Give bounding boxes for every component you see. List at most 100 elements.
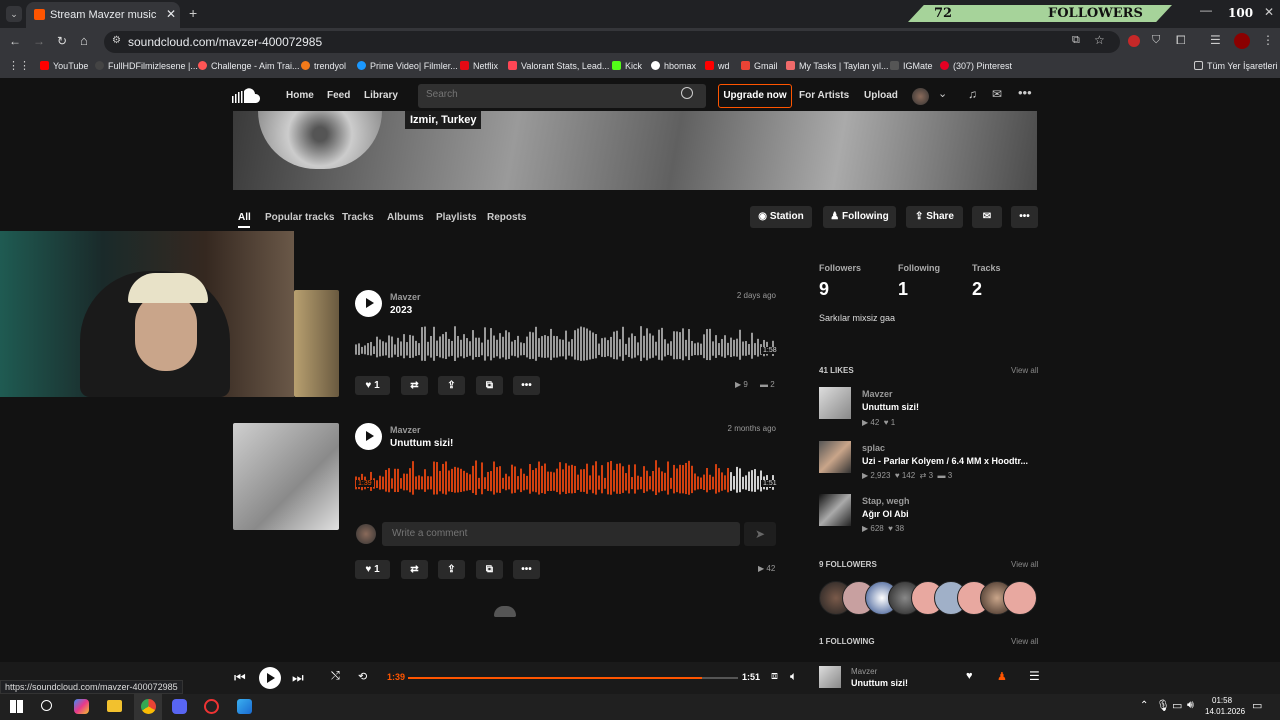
app-icon[interactable] xyxy=(204,699,219,714)
likes-view-all[interactable]: View all xyxy=(1011,366,1038,375)
bookmark-mytasks[interactable]: My Tasks | Taylan yıl... xyxy=(786,61,889,71)
speaker-icon[interactable]: 🔊︎ xyxy=(1187,699,1194,712)
bell-icon[interactable]: ♫ xyxy=(968,87,977,101)
following-view-all[interactable]: View all xyxy=(1011,637,1038,646)
minimize-icon[interactable]: — xyxy=(1200,3,1212,17)
search-box[interactable] xyxy=(418,84,706,108)
liked-track-user[interactable]: Mavzer xyxy=(862,389,893,399)
repost-button[interactable]: ⇄ xyxy=(401,376,428,395)
mic-icon[interactable]: 🎙︎ xyxy=(1156,699,1170,712)
bookmark-trendyol[interactable]: trendyol xyxy=(301,61,346,71)
soundcloud-logo-icon[interactable] xyxy=(232,88,264,104)
copy-link-button[interactable]: ⧉ xyxy=(476,376,503,395)
copy-link-button[interactable]: ⧉ xyxy=(476,560,503,579)
nav-library[interactable]: Library xyxy=(364,90,398,101)
comment-box[interactable] xyxy=(382,522,740,546)
mail-icon[interactable]: ✉ xyxy=(992,87,1002,101)
volume-icon[interactable]: 🔈︎ xyxy=(790,669,797,684)
all-bookmarks[interactable]: Tüm Yer İşaretleri xyxy=(1194,61,1278,71)
share-button[interactable]: ⇪ xyxy=(438,560,465,579)
browser-menu-icon[interactable]: ⋮ xyxy=(1262,33,1274,47)
queue-icon[interactable]: ☰ xyxy=(1029,669,1040,683)
repeat-icon[interactable]: ⟲ xyxy=(358,670,367,683)
liked-track-title[interactable]: Unuttum sizi! xyxy=(862,402,919,412)
bookmark-gmail[interactable]: Gmail xyxy=(741,61,778,71)
bookmark-primevideo[interactable]: Prime Video| Filmler... xyxy=(357,61,458,71)
tab-reposts[interactable]: Reposts xyxy=(487,212,526,223)
next-icon[interactable]: ⏭ xyxy=(292,670,304,686)
tab-popular-tracks[interactable]: Popular tracks xyxy=(265,212,334,223)
liked-track-artwork[interactable] xyxy=(819,387,851,419)
follow-icon[interactable]: ♟ xyxy=(997,670,1007,683)
clock-date[interactable]: 14.01.2026 xyxy=(1205,707,1245,716)
comment-input[interactable] xyxy=(392,528,722,539)
bookmark-fullhdfilm[interactable]: FullHDFilmizlesene |... xyxy=(95,61,198,71)
now-playing-artwork[interactable] xyxy=(819,666,841,688)
bookmark-star-icon[interactable]: ☆ xyxy=(1094,33,1105,47)
network-icon[interactable]: ▭ xyxy=(1172,699,1182,712)
bookmark-valorant[interactable]: Valorant Stats, Lead... xyxy=(508,61,609,71)
send-comment-button[interactable]: ➤ xyxy=(744,522,776,546)
profile-avatar[interactable] xyxy=(1234,33,1250,49)
bookmark-hbomax[interactable]: hbomax xyxy=(651,61,696,71)
chevron-down-icon[interactable]: ⌄ xyxy=(938,87,947,100)
play-pause-button[interactable] xyxy=(259,667,281,689)
reload-icon[interactable]: ↻ xyxy=(57,34,67,48)
station-button[interactable]: ◉ Station xyxy=(750,206,812,228)
liked-track-title[interactable]: Ağır Ol Abi xyxy=(862,509,909,519)
nav-feed[interactable]: Feed xyxy=(327,90,350,101)
liked-track-title[interactable]: Uzi - Parlar Kolyem / 6.4 MM x Hoodtr... xyxy=(862,456,1028,466)
shield-icon[interactable]: ⛉ xyxy=(1152,34,1160,47)
install-icon[interactable]: ⧉ xyxy=(1072,34,1080,47)
tab-all[interactable]: All xyxy=(238,212,251,223)
following-count[interactable]: 1 xyxy=(898,279,908,300)
site-info-icon[interactable]: ⚙ xyxy=(112,35,121,46)
follower-avatar[interactable] xyxy=(1003,581,1037,615)
file-explorer-icon[interactable] xyxy=(107,700,122,712)
liked-track-artwork[interactable] xyxy=(819,494,851,526)
cast-icon[interactable]: ⧈ xyxy=(771,670,778,683)
apps-icon[interactable]: ⋮⋮ xyxy=(8,59,30,72)
back-icon[interactable]: ← xyxy=(9,34,21,48)
search-icon[interactable] xyxy=(681,87,693,99)
liked-track-user[interactable]: splac xyxy=(862,443,885,453)
track-user[interactable]: Mavzer xyxy=(390,292,421,302)
waveform[interactable] xyxy=(355,460,775,500)
close-window-icon[interactable]: ✕ xyxy=(1264,5,1274,19)
followers-heading[interactable]: 9 FOLLOWERS xyxy=(819,560,877,569)
tab-tracks[interactable]: Tracks xyxy=(342,212,374,223)
clock-time[interactable]: 01:58 xyxy=(1212,696,1232,705)
bookmark-youtube[interactable]: YouTube xyxy=(40,61,88,71)
bookmark-wd[interactable]: wd xyxy=(705,61,730,71)
extensions-icon[interactable]: ⧠ xyxy=(1176,33,1186,48)
search-icon[interactable] xyxy=(41,700,52,711)
like-button[interactable]: ♥ 1 xyxy=(355,560,390,579)
more-icon[interactable]: ••• xyxy=(1018,85,1032,100)
close-tab-icon[interactable]: ✕ xyxy=(166,7,176,21)
notification-icon[interactable]: ▭ xyxy=(1252,699,1262,712)
chrome-icon[interactable] xyxy=(134,694,162,720)
address-bar[interactable]: ⚙ soundcloud.com/mavzer-400072985 ⧉ ☆ xyxy=(104,31,1120,53)
bookmark-igmate[interactable]: IGMate xyxy=(890,61,933,71)
repost-button[interactable]: ⇄ xyxy=(401,560,428,579)
track-title[interactable]: Unuttum sizi! xyxy=(390,438,453,449)
start-icon[interactable] xyxy=(10,700,23,713)
bookmark-kick[interactable]: Kick xyxy=(612,61,642,71)
media-icon[interactable]: ☰ xyxy=(1210,33,1221,47)
more-button[interactable]: ••• xyxy=(513,560,540,579)
upgrade-button[interactable]: Upgrade now xyxy=(718,84,792,108)
track-artwork[interactable] xyxy=(233,423,339,530)
message-button[interactable]: ✉ xyxy=(972,206,1002,228)
extension-icon[interactable] xyxy=(1128,35,1140,47)
tab-playlists[interactable]: Playlists xyxy=(436,212,477,223)
followers-count[interactable]: 9 xyxy=(819,279,829,300)
nav-upload[interactable]: Upload xyxy=(864,90,898,101)
nav-for-artists[interactable]: For Artists xyxy=(799,90,849,101)
tab-search-button[interactable]: ⌄ xyxy=(6,6,22,22)
liked-track-artwork[interactable] xyxy=(819,441,851,473)
tab-albums[interactable]: Albums xyxy=(387,212,424,223)
track-title[interactable]: 2023 xyxy=(390,305,412,316)
progress-track[interactable] xyxy=(408,677,738,679)
play-button[interactable] xyxy=(355,290,382,317)
nav-home[interactable]: Home xyxy=(286,90,314,101)
